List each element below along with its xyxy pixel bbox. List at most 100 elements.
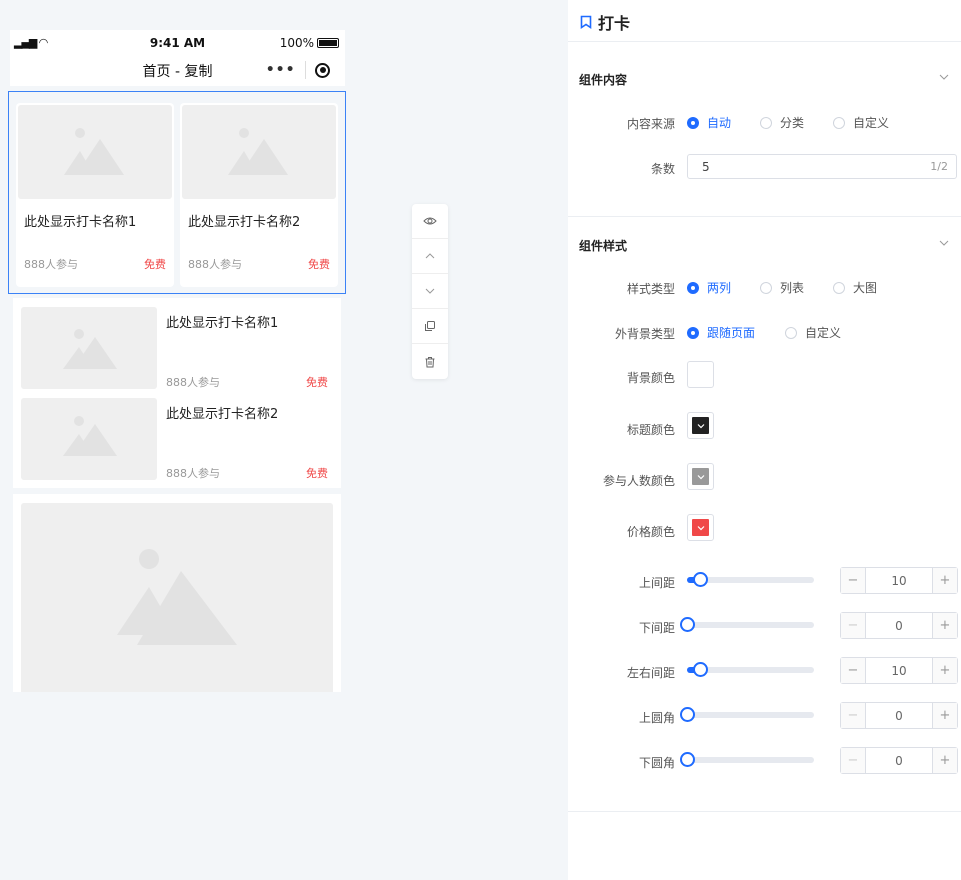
radio-bg-follow-page[interactable]: 跟随页面 xyxy=(687,324,755,341)
source-label: 内容来源 xyxy=(626,117,675,131)
list-item-join-count: 888人参与 xyxy=(166,467,220,480)
decrement-button[interactable]: − xyxy=(841,568,866,593)
list-component[interactable]: 此处显示打卡名称1 888人参与 免费 此处显示打卡名称2 888人参与 免费 xyxy=(13,298,341,488)
card-title: 此处显示打卡名称2 xyxy=(188,215,301,230)
chevron-up-icon xyxy=(425,253,435,259)
count-input[interactable]: 5 1/2 xyxy=(687,154,957,179)
list-item-join-count: 888人参与 xyxy=(166,376,220,389)
grid-card[interactable]: 此处显示打卡名称2 888人参与 免费 xyxy=(180,103,338,287)
radius-bottom-label: 下圆角 xyxy=(638,756,675,770)
chevron-down-icon xyxy=(697,423,704,428)
collapse-chevron-icon[interactable] xyxy=(939,73,949,81)
big-image-component[interactable] xyxy=(13,494,341,692)
radius-top-stepper[interactable]: −0 + xyxy=(840,702,958,729)
copy-icon xyxy=(425,321,435,331)
decrement-button[interactable]: − xyxy=(841,703,866,728)
more-icon[interactable]: ••• xyxy=(266,62,296,78)
margin-horizontal-label: 左右间距 xyxy=(626,666,675,680)
list-item-title: 此处显示打卡名称2 xyxy=(166,407,279,422)
increment-button[interactable]: + xyxy=(932,703,957,728)
margin-top-label: 上间距 xyxy=(638,576,675,590)
list-item-title: 此处显示打卡名称1 xyxy=(166,316,279,331)
status-bar: ▂▄▆ ◠ 9:41 AM 100% xyxy=(10,30,345,56)
title-color-picker[interactable] xyxy=(687,412,714,439)
price-color-picker[interactable] xyxy=(687,514,714,541)
image-placeholder-icon xyxy=(18,105,172,199)
bookmark-icon xyxy=(580,15,592,29)
join-color-picker[interactable] xyxy=(687,463,714,490)
radio-source-category[interactable]: 分类 xyxy=(760,114,804,131)
slider-handle[interactable] xyxy=(680,752,695,767)
move-down-button[interactable] xyxy=(412,274,448,309)
increment-button[interactable]: + xyxy=(932,748,957,773)
increment-button[interactable]: + xyxy=(932,568,957,593)
increment-button[interactable]: + xyxy=(932,613,957,638)
radio-source-auto[interactable]: 自动 xyxy=(687,114,731,131)
join-color-label: 参与人数颜色 xyxy=(602,474,675,488)
image-placeholder-icon xyxy=(21,398,157,480)
battery: 100% xyxy=(280,36,339,50)
list-item-price: 免费 xyxy=(306,376,328,389)
chevron-down-icon xyxy=(697,474,704,479)
move-up-button[interactable] xyxy=(412,239,448,274)
close-circle-icon[interactable] xyxy=(315,62,331,78)
nav-bar: 首页 - 复制 ••• xyxy=(10,56,345,86)
radio-bg-custom[interactable]: 自定义 xyxy=(785,324,841,341)
panel-title-text: 打卡 xyxy=(598,14,631,33)
radius-bottom-stepper[interactable]: −0 + xyxy=(840,747,958,774)
chevron-down-icon xyxy=(425,288,435,294)
slider-handle[interactable] xyxy=(692,572,708,587)
list-item-price: 免费 xyxy=(306,467,328,480)
increment-button[interactable]: + xyxy=(932,658,957,683)
margin-horizontal-slider[interactable] xyxy=(687,662,814,677)
radius-top-label: 上圆角 xyxy=(638,711,675,725)
eye-icon xyxy=(423,217,437,225)
radio-style-list[interactable]: 列表 xyxy=(760,279,804,296)
radio-style-two-column[interactable]: 两列 xyxy=(687,279,731,296)
decrement-button[interactable]: − xyxy=(841,613,866,638)
bg-color-picker[interactable] xyxy=(687,361,714,388)
bg-type-label: 外背景类型 xyxy=(614,327,675,341)
card-title: 此处显示打卡名称1 xyxy=(24,215,137,230)
margin-bottom-stepper[interactable]: −0 + xyxy=(840,612,958,639)
radio-style-big-image[interactable]: 大图 xyxy=(833,279,877,296)
toggle-visibility-button[interactable] xyxy=(412,204,448,239)
slider-handle[interactable] xyxy=(680,617,695,632)
panel-title: 打卡 xyxy=(580,10,630,34)
margin-bottom-label: 下间距 xyxy=(638,621,675,635)
slider-handle[interactable] xyxy=(692,662,708,677)
price-color-label: 价格颜色 xyxy=(626,525,675,539)
margin-top-stepper[interactable]: −10 + xyxy=(840,567,958,594)
card-price: 免费 xyxy=(308,258,330,271)
count-label: 条数 xyxy=(650,162,675,176)
card-price: 免费 xyxy=(144,258,166,271)
settings-panel: 打卡 组件内容 内容来源 自动 分类 自定义 条数 5 1/2 组件样式 样式类… xyxy=(568,0,961,880)
image-placeholder-icon xyxy=(21,503,333,692)
battery-percent: 100% xyxy=(279,36,314,50)
section-heading-content: 组件内容 xyxy=(579,73,628,87)
decrement-button[interactable]: − xyxy=(841,658,866,683)
decrement-button[interactable]: − xyxy=(841,748,866,773)
radius-bottom-slider[interactable] xyxy=(680,752,814,767)
radio-source-custom[interactable]: 自定义 xyxy=(833,114,889,131)
chevron-down-icon xyxy=(697,525,704,530)
title-color-label: 标题颜色 xyxy=(626,423,675,437)
delete-button[interactable] xyxy=(412,344,448,379)
margin-top-slider[interactable] xyxy=(687,572,814,587)
margin-horizontal-stepper[interactable]: −10 + xyxy=(840,657,958,684)
count-counter: 1/2 xyxy=(930,160,948,173)
slider-handle[interactable] xyxy=(680,707,695,722)
collapse-chevron-icon[interactable] xyxy=(939,239,949,247)
image-placeholder-icon xyxy=(21,307,157,389)
mini-program-capsule[interactable]: ••• xyxy=(261,56,335,84)
image-placeholder-icon xyxy=(182,105,336,199)
card-join-count: 888人参与 xyxy=(24,258,78,271)
copy-button[interactable] xyxy=(412,309,448,344)
battery-icon xyxy=(317,38,339,48)
margin-bottom-slider[interactable] xyxy=(680,617,814,632)
bg-color-label: 背景颜色 xyxy=(626,371,675,385)
radius-top-slider[interactable] xyxy=(680,707,814,722)
card-join-count: 888人参与 xyxy=(188,258,242,271)
grid-card[interactable]: 此处显示打卡名称1 888人参与 免费 xyxy=(16,103,174,287)
trash-icon xyxy=(425,356,435,367)
